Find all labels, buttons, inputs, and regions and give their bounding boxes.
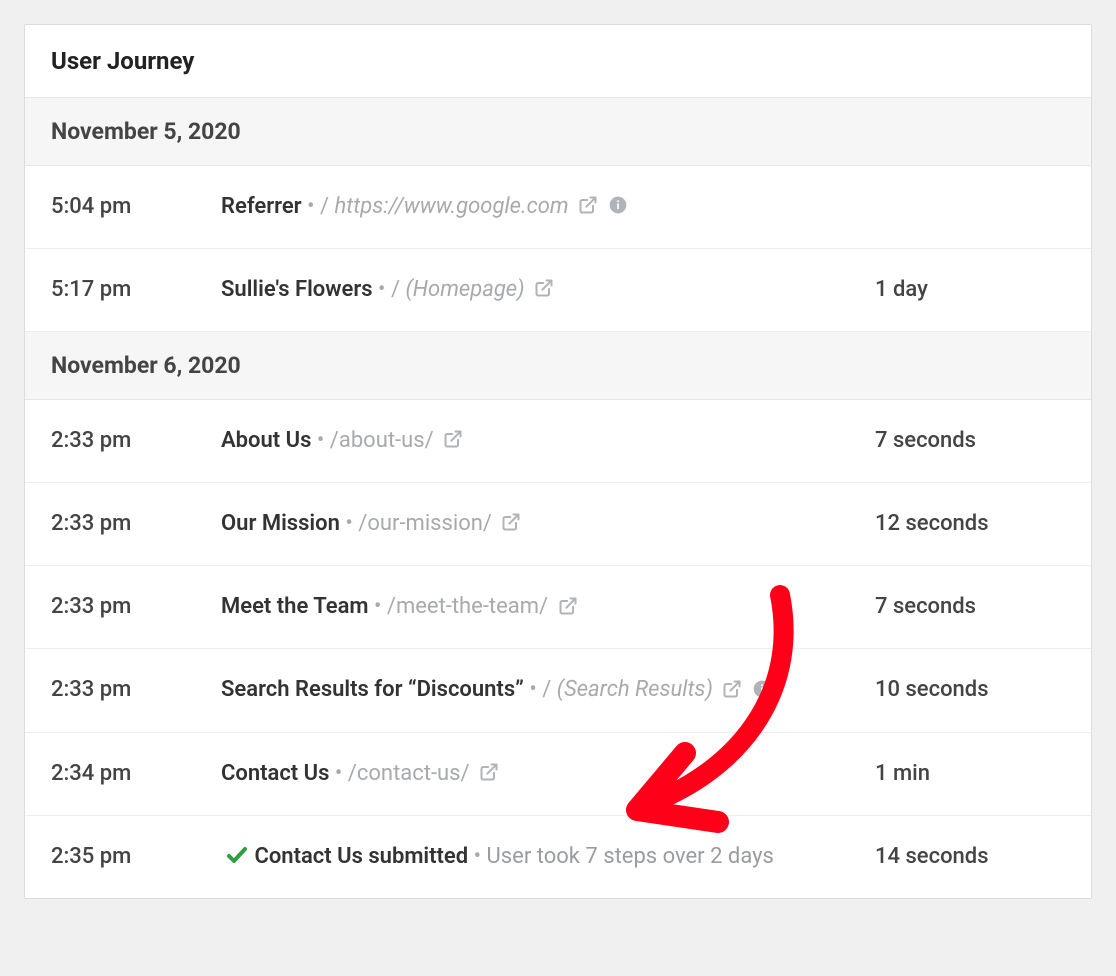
journey-duration: 7 seconds bbox=[875, 424, 1065, 458]
external-link-icon[interactable] bbox=[479, 762, 499, 782]
journey-date-header: November 6, 2020 bbox=[25, 332, 1091, 400]
journey-time: 2:33 pm bbox=[51, 424, 221, 458]
journey-path: (Homepage) bbox=[406, 277, 525, 302]
external-link-icon[interactable] bbox=[722, 679, 742, 699]
journey-page-title: Contact Us bbox=[221, 761, 329, 786]
info-icon[interactable] bbox=[608, 195, 628, 215]
journey-duration: 10 seconds bbox=[875, 673, 1065, 707]
journey-time: 2:34 pm bbox=[51, 757, 221, 791]
journey-time: 5:17 pm bbox=[51, 273, 221, 307]
journey-description: Contact Us • /contact-us/ bbox=[221, 757, 875, 791]
journey-description: Search Results for “Discounts” • / (Sear… bbox=[221, 673, 875, 707]
journey-time: 2:33 pm bbox=[51, 673, 221, 707]
journey-row: 2:33 pmMeet the Team • /meet-the-team/ 7… bbox=[25, 566, 1091, 649]
journey-description: Referrer • / https://www.google.com bbox=[221, 190, 875, 224]
journey-duration: 1 day bbox=[875, 273, 1065, 307]
journey-page-title: Our Mission bbox=[221, 511, 340, 536]
journey-duration: 1 min bbox=[875, 757, 1065, 791]
journey-path: (Search Results) bbox=[557, 677, 713, 702]
journey-description: Contact Us submitted • User took 7 steps… bbox=[221, 840, 875, 874]
journey-time: 5:04 pm bbox=[51, 190, 221, 224]
journey-row: 2:33 pmAbout Us • /about-us/ 7 seconds bbox=[25, 400, 1091, 483]
journey-row: 2:35 pm Contact Us submitted • User took… bbox=[25, 816, 1091, 898]
journey-time: 2:35 pm bbox=[51, 840, 221, 874]
journey-page-title: Sullie's Flowers bbox=[221, 277, 373, 302]
journey-path: https://www.google.com bbox=[335, 194, 569, 219]
journey-path: /meet-the-team/ bbox=[387, 594, 548, 619]
info-icon[interactable] bbox=[752, 679, 772, 699]
journey-date-header: November 5, 2020 bbox=[25, 98, 1091, 166]
journey-path: /about-us/ bbox=[330, 428, 434, 453]
check-icon bbox=[225, 843, 249, 867]
external-link-icon[interactable] bbox=[501, 512, 521, 532]
journey-row: 2:34 pmContact Us • /contact-us/ 1 min bbox=[25, 733, 1091, 816]
external-link-icon[interactable] bbox=[558, 596, 578, 616]
journey-description: Meet the Team • /meet-the-team/ bbox=[221, 590, 875, 624]
journey-page-title: Contact Us submitted bbox=[254, 844, 468, 869]
external-link-icon[interactable] bbox=[578, 195, 598, 215]
journey-description: Sullie's Flowers • / (Homepage) bbox=[221, 273, 875, 307]
journey-page-title: Referrer bbox=[221, 194, 302, 219]
journey-page-title: Search Results for “Discounts” bbox=[221, 677, 524, 702]
journey-duration: 7 seconds bbox=[875, 590, 1065, 624]
external-link-icon[interactable] bbox=[534, 278, 554, 298]
journey-path: /contact-us/ bbox=[348, 761, 470, 786]
journey-row: 5:17 pmSullie's Flowers • / (Homepage) 1… bbox=[25, 249, 1091, 332]
journey-duration: 14 seconds bbox=[875, 840, 1065, 874]
user-journey-panel: User Journey November 5, 20205:04 pmRefe… bbox=[24, 24, 1092, 899]
journey-path: /our-mission/ bbox=[358, 511, 492, 536]
journey-page-title: About Us bbox=[221, 428, 311, 453]
journey-time: 2:33 pm bbox=[51, 590, 221, 624]
external-link-icon[interactable] bbox=[443, 429, 463, 449]
journey-page-title: Meet the Team bbox=[221, 594, 369, 619]
journey-description: About Us • /about-us/ bbox=[221, 424, 875, 458]
journey-duration: 12 seconds bbox=[875, 507, 1065, 541]
journey-subtext: User took 7 steps over 2 days bbox=[487, 844, 774, 869]
panel-title: User Journey bbox=[25, 25, 1091, 98]
journey-row: 2:33 pmSearch Results for “Discounts” • … bbox=[25, 649, 1091, 732]
journey-time: 2:33 pm bbox=[51, 507, 221, 541]
journey-description: Our Mission • /our-mission/ bbox=[221, 507, 875, 541]
journey-row: 5:04 pmReferrer • / https://www.google.c… bbox=[25, 166, 1091, 249]
journey-row: 2:33 pmOur Mission • /our-mission/ 12 se… bbox=[25, 483, 1091, 566]
